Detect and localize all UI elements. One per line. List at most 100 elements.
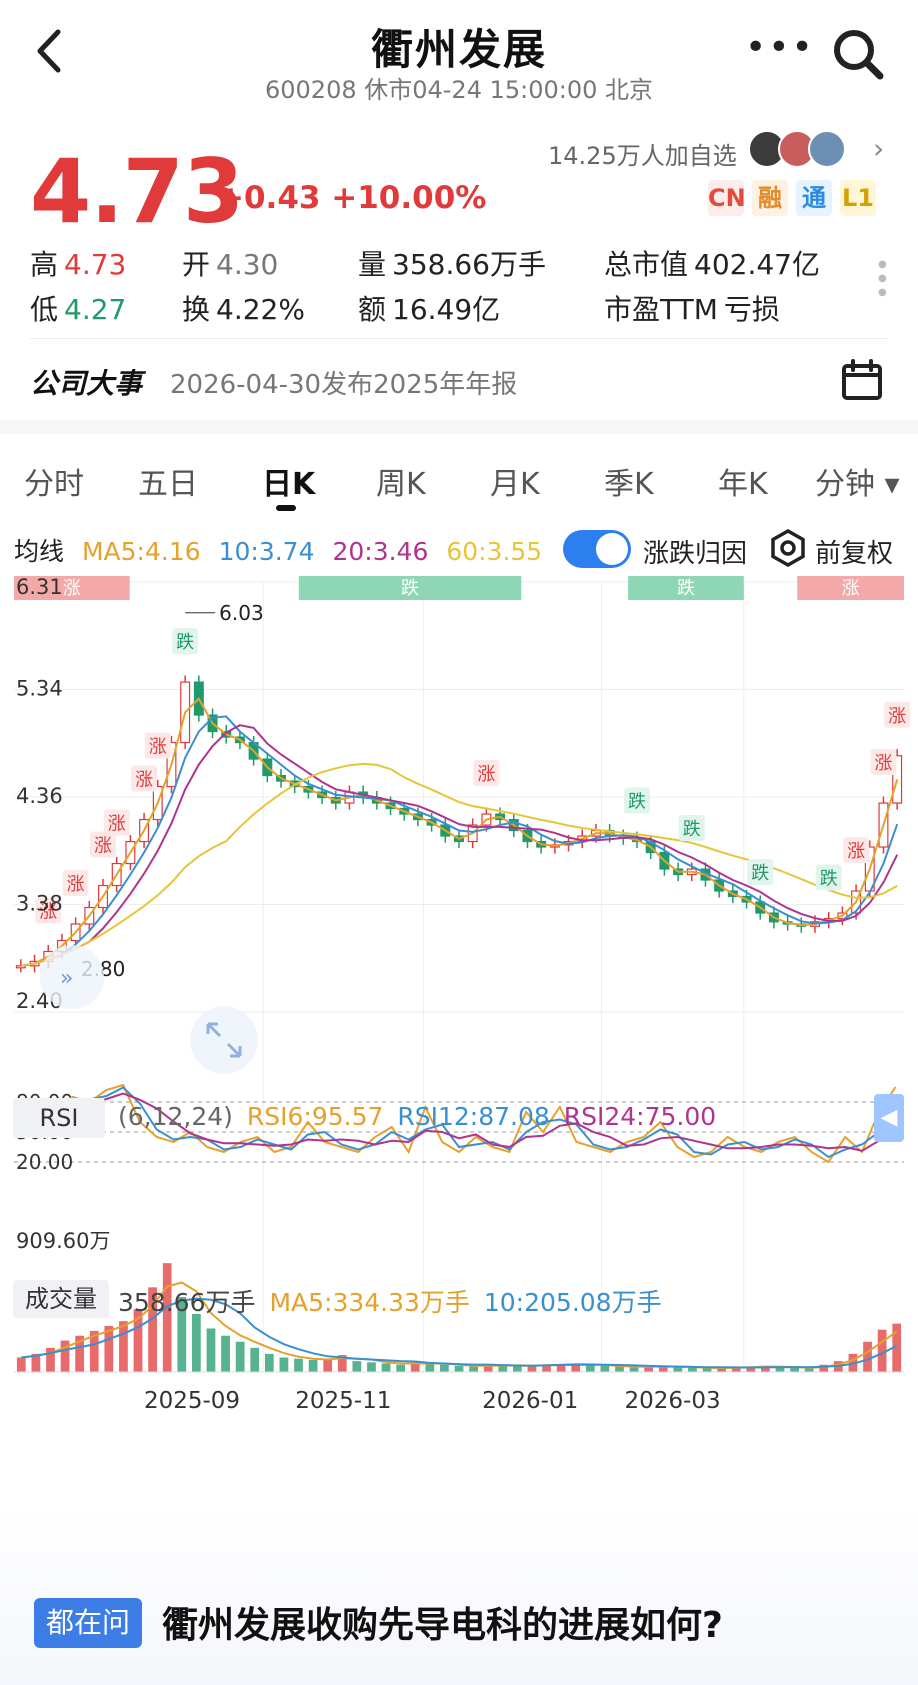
volume-bar	[688, 1367, 697, 1372]
date-axis-label: 2026-01	[482, 1388, 578, 1414]
event-marker-label: 涨	[874, 753, 892, 774]
tab-yearly-k[interactable]: 年K	[718, 459, 768, 503]
attribution-toggle[interactable]	[563, 530, 631, 568]
volume-stat: 量 358.66万手	[358, 248, 546, 281]
max-price-label: 6.03	[219, 601, 264, 625]
volume-bar	[396, 1364, 406, 1372]
price-axis-label: 3.38	[16, 892, 63, 916]
date-axis-label: 2026-03	[625, 1388, 721, 1414]
volume-bar	[264, 1353, 274, 1372]
tag-connect: 通	[796, 180, 832, 216]
calendar-icon[interactable]	[840, 358, 884, 402]
event-marker-label: 跌	[820, 869, 838, 890]
kline-chart[interactable]: 涨跌跌涨 涨涨涨涨涨涨跌涨跌跌跌 跌涨涨涨6.032.80 6.315.344.3…	[0, 572, 918, 1512]
volume-bar	[308, 1359, 318, 1372]
ask-question[interactable]: 衢州发展收购先导电科的进展如何?	[162, 1596, 723, 1648]
volume-bar	[804, 1368, 814, 1372]
volume-bar	[16, 1357, 26, 1372]
volume-bar	[615, 1366, 624, 1372]
current-price: 4.73	[30, 140, 244, 243]
period-tabs: 分时 五日 日K 周K 月K 季K 年K 分钟 ▾	[0, 445, 918, 515]
tab-minute[interactable]: 分钟 ▾	[815, 459, 900, 503]
rsi-indicator-button[interactable]: RSI	[13, 1098, 105, 1138]
volume-bar	[352, 1361, 362, 1372]
event-marker-label: 涨	[135, 770, 153, 791]
attribution-label: 涨跌归因	[643, 539, 748, 569]
volume-bar	[221, 1335, 230, 1372]
tab-weekly-k[interactable]: 周K	[376, 459, 426, 503]
attribution-band-label: 跌	[677, 578, 695, 599]
volume-bar	[235, 1341, 245, 1372]
event-marker-label: 涨	[847, 841, 865, 862]
high-stat: 高 4.73	[30, 248, 127, 281]
volume-bar	[119, 1321, 128, 1372]
volume-bar	[629, 1367, 639, 1372]
volume-legend: 358.66万手 MA5:334.33万手 10:205.08万手	[118, 1288, 662, 1317]
volume-bar	[381, 1363, 391, 1372]
ma-legend: 均线 MA5:4.16 10:3.74 20:3.46 60:3.55	[14, 537, 543, 566]
volume-bar	[673, 1367, 683, 1372]
event-marker-label: 涨	[888, 706, 906, 727]
fullscreen-icon	[190, 1006, 258, 1074]
attribution-band-label: 跌	[401, 578, 419, 599]
price-adjust-label[interactable]: 前复权	[815, 533, 893, 570]
volume-bar	[192, 1313, 201, 1372]
divider	[30, 338, 888, 339]
event-marker-label: 跌	[683, 819, 701, 840]
event-marker-label: 跌	[628, 792, 646, 813]
attribution-band-label: 涨	[842, 578, 860, 599]
tab-intraday[interactable]: 分时	[24, 459, 84, 503]
price-axis-label: 5.34	[16, 677, 63, 701]
volume-bar	[323, 1359, 333, 1372]
volume-bar	[367, 1362, 376, 1372]
volume-bar	[702, 1368, 712, 1372]
rsi-legend: (6,12,24) RSI6:95.57 RSI12:87.08 RSI24:7…	[118, 1102, 717, 1131]
volume-bar	[440, 1364, 449, 1372]
volume-bar	[250, 1347, 260, 1372]
attribution-band-label: 涨	[63, 578, 81, 599]
date-axis-label: 2025-11	[295, 1388, 391, 1414]
volume-bar	[279, 1357, 289, 1372]
section-gap	[0, 420, 918, 434]
active-tab-indicator	[276, 505, 296, 511]
price-change: +0.43 +10.00%	[218, 180, 487, 216]
tab-quarterly-k[interactable]: 季K	[604, 459, 654, 503]
event-text[interactable]: 2026-04-30发布2025年年报	[170, 364, 517, 401]
turnover-stat: 换 4.22%	[182, 293, 305, 326]
tag-margin: 融	[752, 180, 788, 216]
tag-level1: L1	[840, 180, 876, 216]
event-marker-label: 跌	[751, 863, 769, 884]
stock-code-status: 600208 休市04-24 15:00:00 北京	[264, 76, 654, 104]
market-cap-stat: 总市值 402.47亿	[604, 248, 820, 281]
amount-stat: 额 16.49亿	[358, 293, 501, 326]
volume-bar	[512, 1365, 522, 1372]
chevron-right-icon[interactable]: ›	[873, 132, 884, 165]
low-stat: 低 4.27	[30, 293, 127, 326]
followers-count[interactable]: 14.25万人加自选	[548, 136, 737, 171]
event-marker-label: 涨	[94, 836, 112, 857]
volume-axis-label: 909.60万	[16, 1229, 110, 1253]
volume-bar	[206, 1328, 216, 1372]
open-stat: 开 4.30	[182, 248, 279, 281]
volume-bar	[790, 1367, 799, 1372]
event-marker-label: 涨	[149, 737, 167, 758]
volume-bar	[469, 1366, 478, 1372]
ask-badge: 都在问	[34, 1598, 142, 1648]
volume-indicator-button[interactable]: 成交量	[13, 1280, 109, 1318]
volume-bar	[425, 1363, 435, 1372]
more-options-icon[interactable]: •••	[745, 30, 813, 68]
volume-bar	[454, 1365, 464, 1372]
tab-monthly-k[interactable]: 月K	[490, 459, 540, 503]
tab-5day[interactable]: 五日	[138, 459, 198, 503]
tab-daily-k[interactable]: 日K	[262, 459, 315, 503]
volume-bar	[600, 1365, 610, 1372]
collapse-panel-icon[interactable]: ◀	[874, 1094, 904, 1142]
expand-stats-icon[interactable]: ● ● ●	[878, 258, 887, 300]
volume-bar	[585, 1365, 595, 1372]
price-axis-label: 6.31	[16, 575, 63, 599]
search-icon[interactable]	[828, 24, 888, 84]
price-axis-label: 4.36	[16, 784, 63, 808]
settings-icon[interactable]	[768, 528, 808, 568]
top-bar: 衢州发展 600208 休市04-24 15:00:00 北京 •••	[0, 0, 918, 120]
tag-cn: CN	[708, 180, 746, 216]
